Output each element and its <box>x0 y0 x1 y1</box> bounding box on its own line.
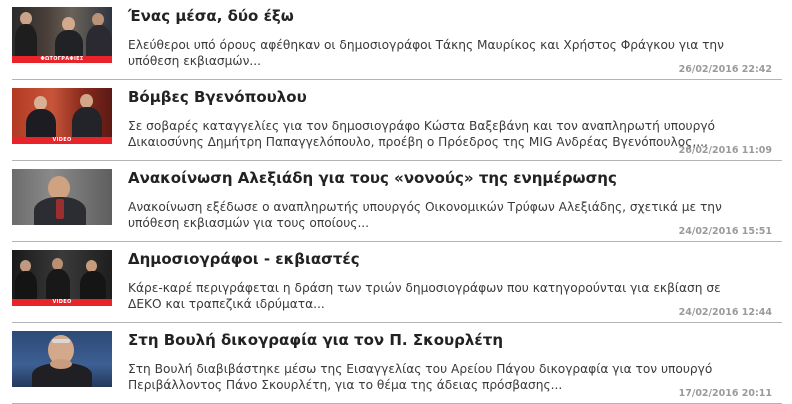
article-title[interactable]: Δημοσιογράφοι - εκβιαστές <box>128 250 768 268</box>
article-date: 17/02/2016 20:11 <box>678 388 772 399</box>
article-date: 26/02/2016 11:09 <box>678 145 772 156</box>
article-date: 24/02/2016 12:44 <box>678 307 772 318</box>
article-date: 24/02/2016 15:51 <box>678 226 772 237</box>
article-title[interactable]: Ανακοίνωση Αλεξιάδη για τους «νονούς» τη… <box>128 169 768 187</box>
thumbnail-tag: VIDEO <box>12 299 112 306</box>
divider <box>12 241 782 242</box>
thumbnail-tag: ΦΩΤΟΓΡΑΦΙΕΣ <box>12 56 112 63</box>
article-summary: Στη Βουλή διαβιβάστηκε μέσω της Εισαγγελ… <box>128 362 713 392</box>
article-thumbnail[interactable]: ΦΩΤΟΓΡΑΦΙΕΣ <box>12 7 112 63</box>
list-item[interactable]: VIDEO Βόμβες Βγενόπουλου Σε σοβαρές κατα… <box>12 81 782 161</box>
article-summary: Ανακοίνωση εξέδωσε ο αναπληρωτής υπουργό… <box>128 200 722 230</box>
divider <box>12 322 782 323</box>
article-summary: Σε σοβαρές καταγγελίες για τον δημοσιογρ… <box>128 119 716 149</box>
divider <box>12 79 782 80</box>
article-title[interactable]: Ένας μέσα, δύο έξω <box>128 7 768 25</box>
divider <box>12 160 782 161</box>
article-thumbnail[interactable] <box>12 169 112 225</box>
list-item[interactable]: ΦΩΤΟΓΡΑΦΙΕΣ Ένας μέσα, δύο έξω Ελεύθεροι… <box>12 0 782 80</box>
thumbnail-tag: VIDEO <box>12 137 112 144</box>
list-item[interactable]: VIDEO Δημοσιογράφοι - εκβιαστές Κάρε-καρ… <box>12 243 782 323</box>
article-title[interactable]: Στη Βουλή δικογραφία για τον Π. Σκουρλέτ… <box>128 331 768 349</box>
article-summary: Κάρε-καρέ περιγράφεται η δράση των τριών… <box>128 281 721 311</box>
article-thumbnail[interactable]: VIDEO <box>12 250 112 306</box>
article-thumbnail[interactable]: VIDEO <box>12 88 112 144</box>
list-item[interactable]: Ανακοίνωση Αλεξιάδη για τους «νονούς» τη… <box>12 162 782 242</box>
article-date: 26/02/2016 22:42 <box>678 64 772 75</box>
article-summary: Ελεύθεροι υπό όρους αφέθηκαν οι δημοσιογ… <box>128 38 724 68</box>
article-thumbnail[interactable] <box>12 331 112 387</box>
article-title[interactable]: Βόμβες Βγενόπουλου <box>128 88 768 106</box>
list-item[interactable]: Στη Βουλή δικογραφία για τον Π. Σκουρλέτ… <box>12 324 782 404</box>
